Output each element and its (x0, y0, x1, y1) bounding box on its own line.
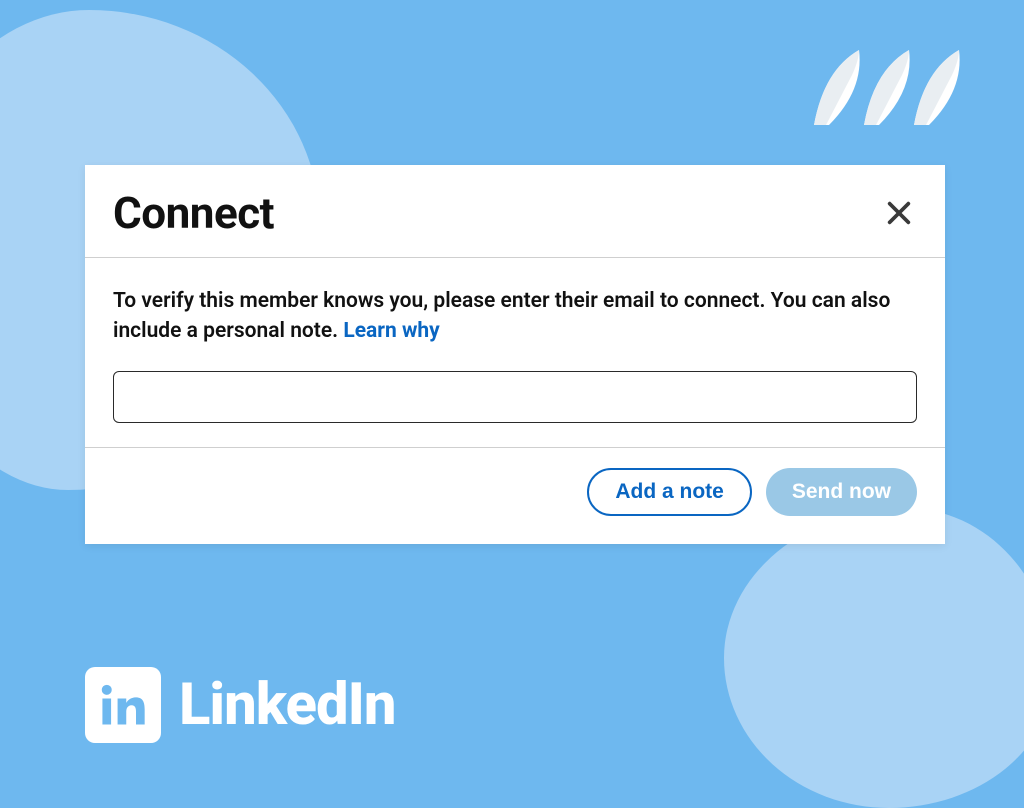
background-blob-bottom-right (724, 508, 1024, 808)
modal-footer: Add a note Send now (85, 448, 945, 544)
add-note-button[interactable]: Add a note (587, 468, 752, 516)
instruction-text: To verify this member knows you, please … (113, 286, 917, 347)
email-field[interactable] (113, 371, 917, 423)
modal-body: To verify this member knows you, please … (85, 258, 945, 448)
feather-logo-icon (804, 40, 974, 130)
close-button[interactable] (881, 195, 917, 231)
instruction-text-content: To verify this member knows you, please … (113, 289, 890, 343)
modal-title: Connect (113, 187, 274, 239)
close-icon (885, 199, 913, 227)
linkedin-brand: LinkedIn (85, 667, 395, 743)
linkedin-wordmark: LinkedIn (179, 671, 395, 739)
modal-header: Connect (85, 165, 945, 258)
learn-why-link[interactable]: Learn why (343, 319, 439, 343)
send-now-button[interactable]: Send now (766, 468, 917, 516)
connect-modal: Connect To verify this member knows you,… (85, 165, 945, 544)
linkedin-logo-icon (85, 667, 161, 743)
